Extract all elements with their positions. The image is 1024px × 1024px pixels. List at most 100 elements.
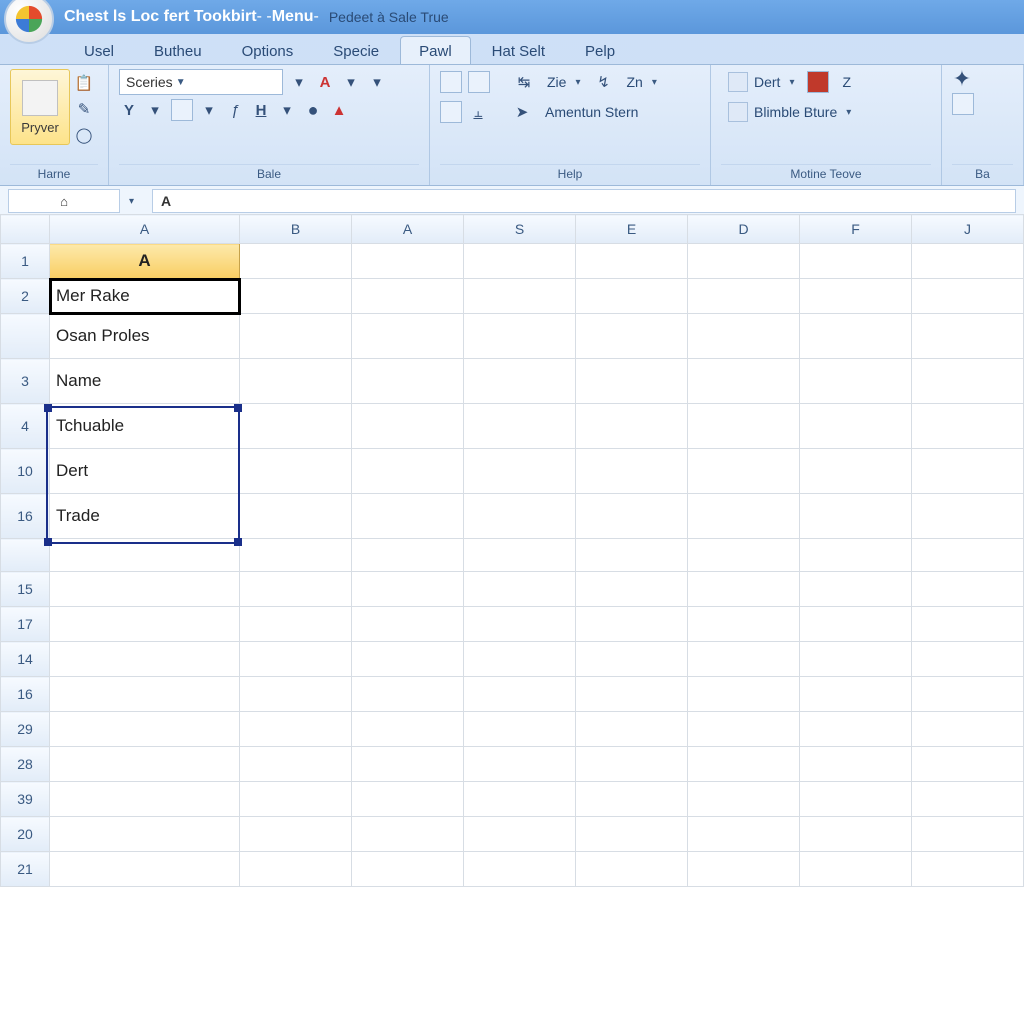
cell[interactable] [800,404,912,449]
cell[interactable] [800,244,912,279]
cell[interactable] [50,539,240,572]
cell[interactable] [688,244,800,279]
cell[interactable] [688,782,800,817]
cell[interactable] [576,244,688,279]
cell[interactable] [50,782,240,817]
cell[interactable] [576,449,688,494]
cell[interactable] [688,449,800,494]
cell[interactable] [912,677,1024,712]
blimble-button[interactable]: Blimble Bture▾ [721,99,858,125]
cell[interactable] [800,817,912,852]
zn-button[interactable]: Zn▾ [619,69,663,95]
cell[interactable] [464,539,576,572]
cell[interactable] [800,572,912,607]
row-header[interactable]: 17 [1,607,50,642]
cell[interactable] [240,494,352,539]
cell[interactable] [912,539,1024,572]
red-square-icon[interactable] [807,71,829,93]
row-header[interactable]: 1 [1,244,50,279]
cell[interactable] [352,359,464,404]
tab-pawl[interactable]: Pawl [400,36,471,64]
cell[interactable] [50,642,240,677]
zie-button[interactable]: Zie▾ [540,69,587,95]
brush-icon[interactable]: ✎ [74,99,94,119]
cell[interactable] [912,817,1024,852]
cell-A10[interactable]: Dert [50,449,240,494]
col-header-A[interactable]: A [50,215,240,244]
cell[interactable] [688,404,800,449]
cell[interactable] [800,747,912,782]
cell[interactable] [688,642,800,677]
cell-A4[interactable]: Tchuable [50,404,240,449]
cell[interactable] [576,314,688,359]
cell[interactable] [688,677,800,712]
row-header[interactable]: 29 [1,712,50,747]
cell[interactable] [688,359,800,404]
cell[interactable] [240,817,352,852]
cell[interactable] [352,817,464,852]
cell[interactable] [464,782,576,817]
cell[interactable] [464,607,576,642]
indent-icon[interactable]: ↹ [514,72,534,92]
cell[interactable] [576,539,688,572]
panel-icon[interactable] [952,93,974,115]
cell[interactable] [688,539,800,572]
cell[interactable] [912,852,1024,887]
cell[interactable] [912,494,1024,539]
cell[interactable] [912,279,1024,314]
cell[interactable] [240,404,352,449]
cell[interactable] [800,279,912,314]
row-header[interactable]: 16 [1,677,50,712]
col-header-J[interactable]: J [912,215,1024,244]
cell[interactable] [464,747,576,782]
cell-A2[interactable]: Mer Rake [50,279,240,314]
cell[interactable] [912,712,1024,747]
italic-icon[interactable]: ƒ [225,100,245,120]
tab-butheu[interactable]: Butheu [135,36,221,64]
cell[interactable] [240,539,352,572]
cell[interactable] [688,712,800,747]
cell[interactable] [912,404,1024,449]
cell[interactable] [800,712,912,747]
align-top-icon[interactable] [440,101,462,123]
cell[interactable] [800,494,912,539]
cell[interactable] [464,642,576,677]
chevron-down-icon[interactable]: ▾ [277,100,297,120]
tab-specie[interactable]: Specie [314,36,398,64]
cell[interactable] [576,852,688,887]
cell[interactable] [464,494,576,539]
cell[interactable] [464,677,576,712]
cell[interactable] [352,747,464,782]
cell[interactable] [688,314,800,359]
cell[interactable] [912,572,1024,607]
dert-button[interactable]: Dert▾ [721,69,801,95]
cell[interactable] [912,359,1024,404]
name-box[interactable]: ⌂ [8,189,120,213]
bold-icon[interactable]: Y [119,100,139,120]
cell[interactable] [50,677,240,712]
cell[interactable] [464,712,576,747]
cell[interactable] [240,747,352,782]
cell[interactable] [800,449,912,494]
cell[interactable] [464,359,576,404]
col-header-D[interactable]: D [688,215,800,244]
row-header[interactable]: 4 [1,404,50,449]
z-button[interactable]: Z [835,69,858,95]
cell[interactable] [352,404,464,449]
cell[interactable] [240,572,352,607]
cell[interactable] [800,607,912,642]
row-header[interactable]: 20 [1,817,50,852]
cell[interactable] [464,244,576,279]
cell[interactable] [800,539,912,572]
chevron-down-icon[interactable]: ▾ [199,100,219,120]
wrench-icon[interactable]: ↯ [593,72,613,92]
cell[interactable] [800,642,912,677]
cell[interactable] [576,572,688,607]
cell[interactable] [800,852,912,887]
fill-color-icon[interactable]: ▲ [329,100,349,120]
row-header[interactable]: 21 [1,852,50,887]
cell[interactable] [240,314,352,359]
cell[interactable] [352,642,464,677]
cell[interactable] [464,449,576,494]
cell[interactable] [688,852,800,887]
